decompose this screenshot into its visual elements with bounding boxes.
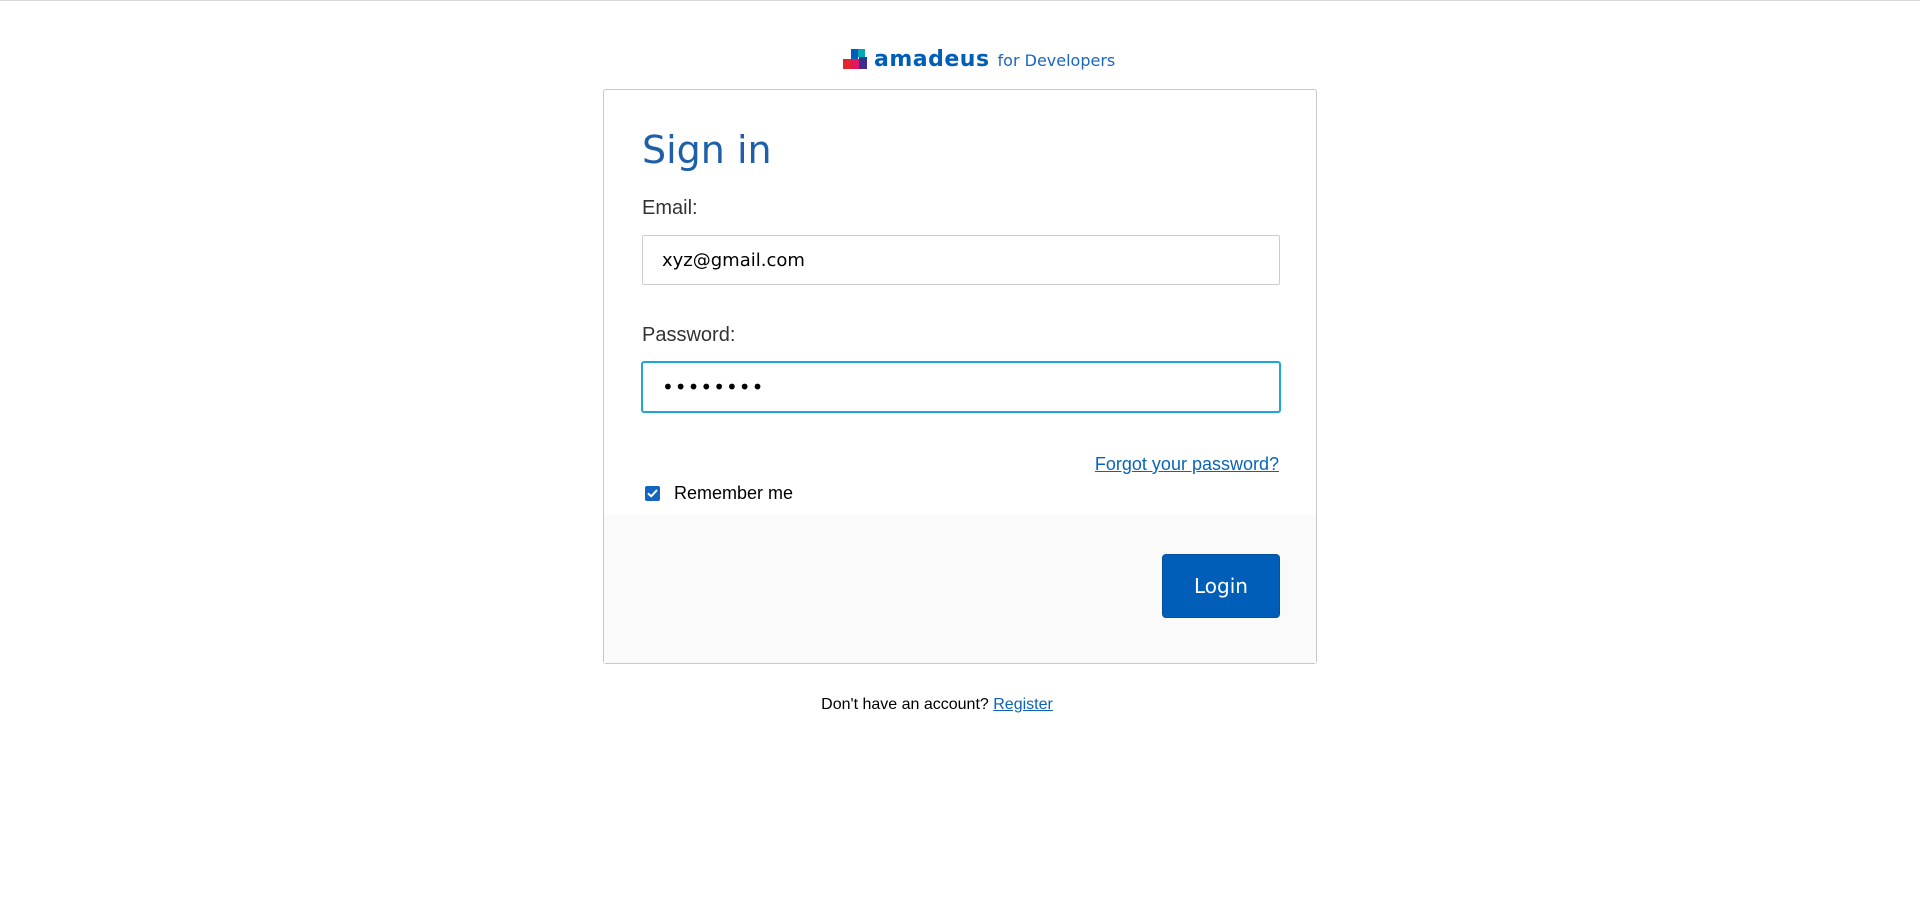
register-prompt-text: Don't have an account? (821, 696, 989, 713)
register-link[interactable]: Register (993, 696, 1053, 713)
sign-in-card: Sign in Email: Password: Forgot your pas… (603, 89, 1317, 664)
remember-me-label: Remember me (674, 483, 794, 503)
email-field[interactable] (642, 235, 1280, 285)
register-prompt: Don't have an account? Register (0, 696, 1874, 714)
brand-name: amadeus (874, 46, 990, 72)
email-label: Email: (642, 197, 698, 219)
checkmark-icon (647, 489, 658, 498)
top-divider (0, 0, 1920, 1)
remember-me-row[interactable]: Remember me (645, 483, 793, 504)
amadeus-logo[interactable]: amadeus for Developers (843, 44, 1115, 74)
brand-suffix: for Developers (997, 51, 1116, 70)
remember-me-checkbox[interactable] (645, 486, 660, 501)
page-title: Sign in (642, 128, 772, 172)
amadeus-logo-icon (843, 47, 867, 71)
password-field[interactable] (642, 362, 1280, 412)
password-label: Password: (642, 324, 736, 346)
login-button[interactable]: Login (1162, 554, 1280, 618)
forgot-password-link[interactable]: Forgot your password? (1095, 454, 1279, 475)
